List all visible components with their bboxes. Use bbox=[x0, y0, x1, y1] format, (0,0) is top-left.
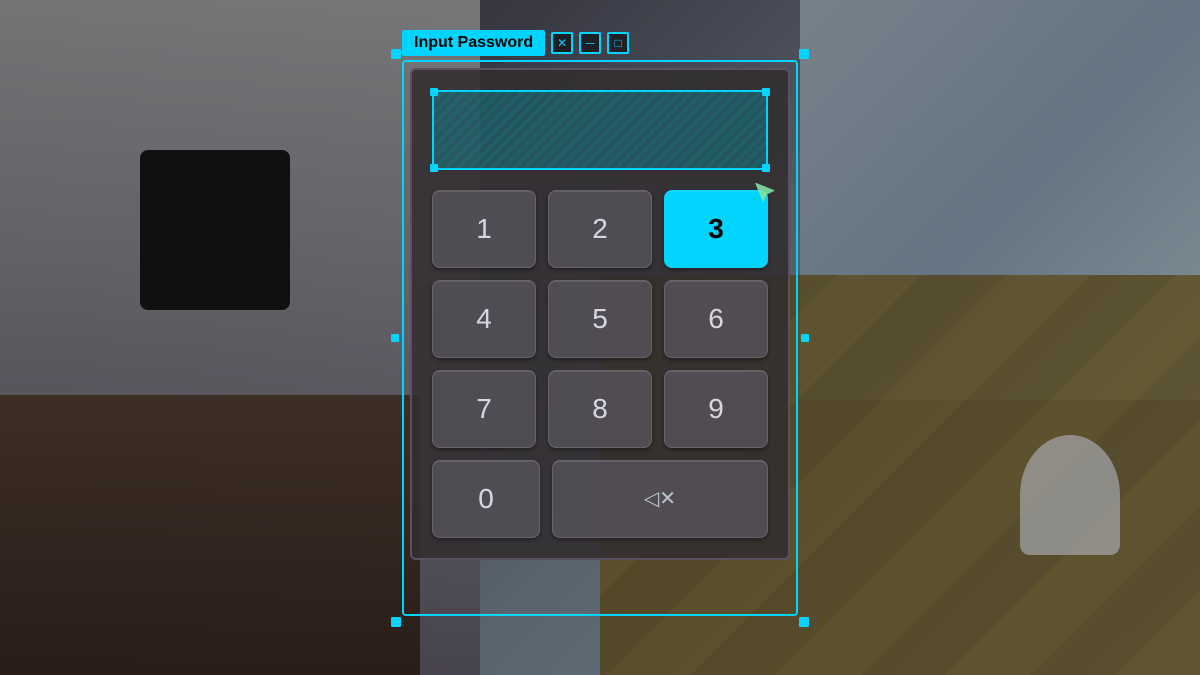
display-corner-br bbox=[762, 164, 770, 172]
key-6-button[interactable]: 6 bbox=[664, 280, 768, 358]
key-9-button[interactable]: 9 bbox=[664, 370, 768, 448]
backspace-icon: ◁✕ bbox=[644, 486, 676, 511]
key-2-button[interactable]: 2 bbox=[548, 190, 652, 268]
minimize-button[interactable]: ─ bbox=[579, 32, 601, 54]
display-corner-bl bbox=[430, 164, 438, 172]
password-display bbox=[432, 90, 768, 170]
dialog-title: Input Password bbox=[402, 30, 545, 56]
cursor-indicator bbox=[755, 183, 775, 203]
key-0-button[interactable]: 0 bbox=[432, 460, 540, 538]
close-button[interactable]: ✕ bbox=[551, 32, 573, 54]
title-bar: Input Password ✕ ─ □ bbox=[402, 30, 629, 56]
backspace-button[interactable]: ◁✕ bbox=[552, 460, 768, 538]
password-dialog: Input Password ✕ ─ □ 1 2 3 4 bbox=[410, 68, 790, 608]
key-7-button[interactable]: 7 bbox=[432, 370, 536, 448]
key-3-button[interactable]: 3 bbox=[664, 190, 768, 268]
display-corner-tr bbox=[762, 88, 770, 96]
key-8-button[interactable]: 8 bbox=[548, 370, 652, 448]
maximize-button[interactable]: □ bbox=[607, 32, 629, 54]
key-5-button[interactable]: 5 bbox=[548, 280, 652, 358]
display-corner-tl bbox=[430, 88, 438, 96]
keypad-panel: 1 2 3 4 5 6 7 8 bbox=[410, 68, 790, 560]
bottom-row: 0 ◁✕ bbox=[432, 460, 768, 538]
keypad-grid: 1 2 3 4 5 6 7 8 bbox=[432, 190, 768, 448]
key-1-button[interactable]: 1 bbox=[432, 190, 536, 268]
key-4-button[interactable]: 4 bbox=[432, 280, 536, 358]
